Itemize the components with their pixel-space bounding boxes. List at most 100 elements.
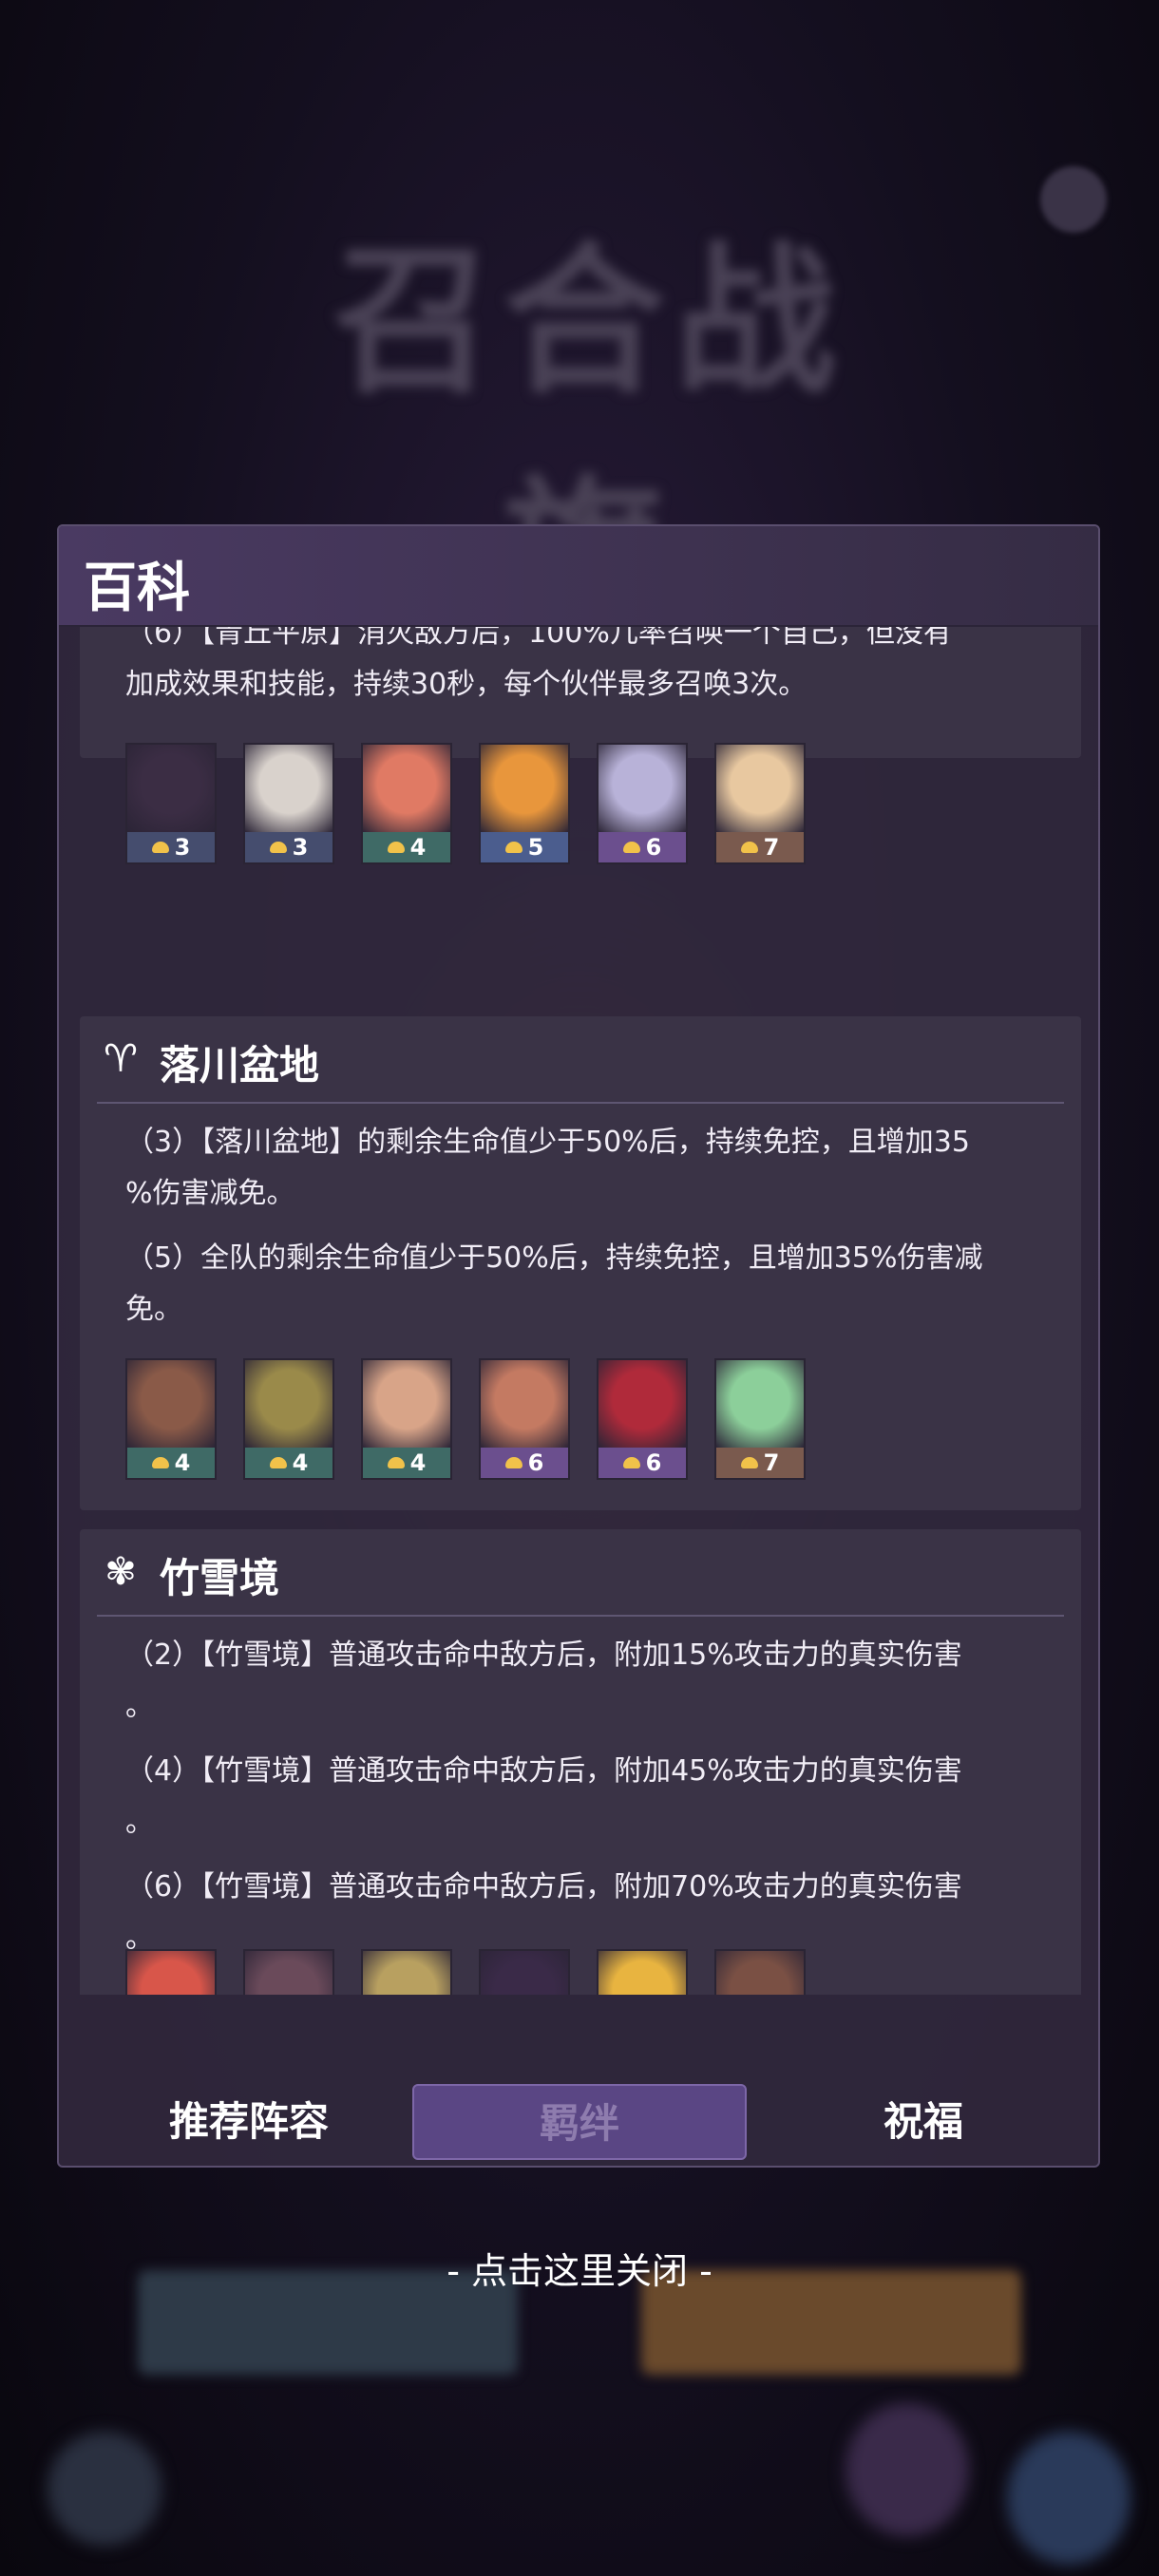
hero-portrait[interactable]: 3	[243, 743, 334, 864]
coin-icon	[622, 842, 640, 853]
hero-portrait[interactable]: 6	[597, 743, 688, 864]
hero-portrait[interactable]: 5	[125, 1949, 217, 1995]
hero-portrait[interactable]: 4	[243, 1358, 334, 1480]
coin-icon	[387, 842, 405, 853]
bond-name: 落川盆地	[160, 1042, 320, 1089]
hero-portrait[interactable]: 3	[125, 743, 217, 864]
hero-portrait[interactable]: 4	[361, 743, 452, 864]
hero-cost: 6	[645, 1449, 662, 1476]
hero-row: 4 4 4 6 6 7	[125, 1358, 806, 1480]
ram-icon: ♈	[104, 1037, 138, 1081]
tab-bond[interactable]: 羁绊	[412, 2084, 747, 2160]
hero-portrait[interactable]: 7	[714, 1949, 806, 1995]
hero-cost-badge: 4	[245, 1448, 332, 1478]
bond-header: ♈ 落川盆地	[80, 1016, 1081, 1102]
panel-header: 百科	[59, 526, 1098, 627]
hero-cost: 4	[292, 1449, 309, 1476]
hero-portrait-image	[127, 745, 215, 832]
hero-portrait[interactable]: 6	[361, 1949, 452, 1995]
coin-icon	[504, 842, 522, 853]
hero-cost-badge: 6	[598, 832, 686, 862]
hero-cost-badge: 6	[481, 1448, 568, 1478]
hero-portrait[interactable]: 6	[479, 1949, 570, 1995]
hero-cost: 5	[527, 834, 544, 861]
hero-portrait[interactable]: 6	[597, 1358, 688, 1480]
coin-icon	[740, 1457, 758, 1468]
hero-cost-badge: 3	[127, 832, 215, 862]
bond-line: 加成效果和技能，持续30秒，每个伙伴最多召唤3次。	[125, 668, 808, 701]
hero-cost: 7	[763, 1449, 780, 1476]
bond-card-zhuxue: ✾ 竹雪境 （2）【竹雪境】普通攻击命中敌方后，附加15%攻击力的真实伤害 。 …	[80, 1529, 1081, 1995]
bond-card-qingqiu: （6）【青丘平原】消灭敌方后，100%几率召唤一个自己，但没有 加成效果和技能，…	[80, 627, 1081, 864]
hero-portrait-image	[127, 1360, 215, 1448]
bond-list-scroll[interactable]: （6）【青丘平原】消灭敌方后，100%几率召唤一个自己，但没有 加成效果和技能，…	[80, 627, 1081, 1995]
hero-portrait-image	[481, 1951, 568, 1995]
hero-cost: 4	[409, 1449, 427, 1476]
bond-line: 。	[125, 1690, 154, 1723]
help-icon	[1040, 166, 1107, 233]
hero-cost: 4	[174, 1449, 191, 1476]
bond-line: （5）全队的剩余生命值少于50%后，持续免控，且增加35%伤害减	[125, 1241, 983, 1275]
hero-cost-badge: 4	[363, 832, 450, 862]
hero-portrait-image	[481, 745, 568, 832]
hero-portrait-image	[481, 1360, 568, 1448]
bond-line: （3）【落川盆地】的剩余生命值少于50%后，持续免控，且增加35	[125, 1126, 970, 1159]
hero-portrait[interactable]: 5	[243, 1949, 334, 1995]
divider	[97, 1615, 1064, 1617]
hero-cost: 6	[645, 834, 662, 861]
hero-portrait[interactable]: 5	[479, 743, 570, 864]
hero-portrait[interactable]: 7	[714, 1358, 806, 1480]
hero-portrait[interactable]: 4	[125, 1358, 217, 1480]
close-hint[interactable]: - 点击这里关闭 -	[0, 2242, 1159, 2294]
hero-portrait[interactable]: 6	[479, 1358, 570, 1480]
hero-cost: 6	[527, 1449, 544, 1476]
hero-portrait-image	[363, 745, 450, 832]
coin-icon	[387, 1457, 405, 1468]
hero-cost-badge: 4	[363, 1448, 450, 1478]
background-orb	[1007, 2432, 1130, 2565]
hero-portrait-image	[245, 1360, 332, 1448]
hero-portrait-image	[127, 1951, 215, 1995]
hero-cost-badge: 7	[716, 832, 804, 862]
tab-blessing[interactable]: 祝福	[809, 2084, 1037, 2160]
bond-header: ✾ 竹雪境	[80, 1529, 1081, 1615]
hero-portrait-image	[598, 1951, 686, 1995]
bond-name: 竹雪境	[160, 1555, 280, 1601]
hero-portrait-image	[245, 745, 332, 832]
bond-line: 。	[125, 1806, 154, 1839]
hero-row: 3 3 4 5 6 7	[125, 743, 806, 864]
hero-portrait[interactable]: 7	[714, 743, 806, 864]
bond-line: （6）【青丘平原】消灭敌方后，100%几率召唤一个自己，但没有	[125, 627, 952, 650]
hero-portrait[interactable]: 7	[597, 1949, 688, 1995]
bond-line: （6）【竹雪境】普通攻击命中敌方后，附加70%攻击力的真实伤害	[125, 1870, 962, 1904]
coin-icon	[269, 1457, 287, 1468]
tab-recommended-lineup[interactable]: 推荐阵容	[116, 2084, 382, 2160]
hero-portrait-image	[598, 1360, 686, 1448]
hero-cost: 3	[174, 834, 191, 861]
bond-line: 免。	[125, 1293, 182, 1326]
hero-cost-badge: 6	[598, 1448, 686, 1478]
divider	[97, 1102, 1064, 1104]
hero-cost: 4	[409, 834, 427, 861]
background-orb	[48, 2432, 162, 2546]
coin-icon	[151, 1457, 169, 1468]
hero-portrait-image	[598, 745, 686, 832]
bond-card-luochuan: ♈ 落川盆地 （3）【落川盆地】的剩余生命值少于50%后，持续免控，且增加35 …	[80, 1016, 1081, 1510]
bond-description: （6）【青丘平原】消灭敌方后，100%几率召唤一个自己，但没有 加成效果和技能，…	[125, 627, 1056, 710]
hero-cost-badge: 3	[245, 832, 332, 862]
coin-icon	[622, 1457, 640, 1468]
bird-icon: ✾	[104, 1550, 137, 1594]
hero-cost: 3	[292, 834, 309, 861]
background-orb	[846, 2403, 969, 2536]
coin-icon	[740, 842, 758, 853]
panel-title: 百科	[84, 557, 190, 619]
bond-line: （4）【竹雪境】普通攻击命中敌方后，附加45%攻击力的真实伤害	[125, 1754, 962, 1788]
hero-portrait-image	[716, 745, 804, 832]
hero-cost-badge: 7	[716, 1448, 804, 1478]
coin-icon	[151, 842, 169, 853]
encyclopedia-panel: 百科 （6）【青丘平原】消灭敌方后，100%几率召唤一个自己，但没有 加成效果和…	[57, 524, 1100, 2168]
hero-portrait-image	[716, 1360, 804, 1448]
hero-portrait-image	[363, 1360, 450, 1448]
hero-portrait-image	[363, 1951, 450, 1995]
hero-portrait[interactable]: 4	[361, 1358, 452, 1480]
